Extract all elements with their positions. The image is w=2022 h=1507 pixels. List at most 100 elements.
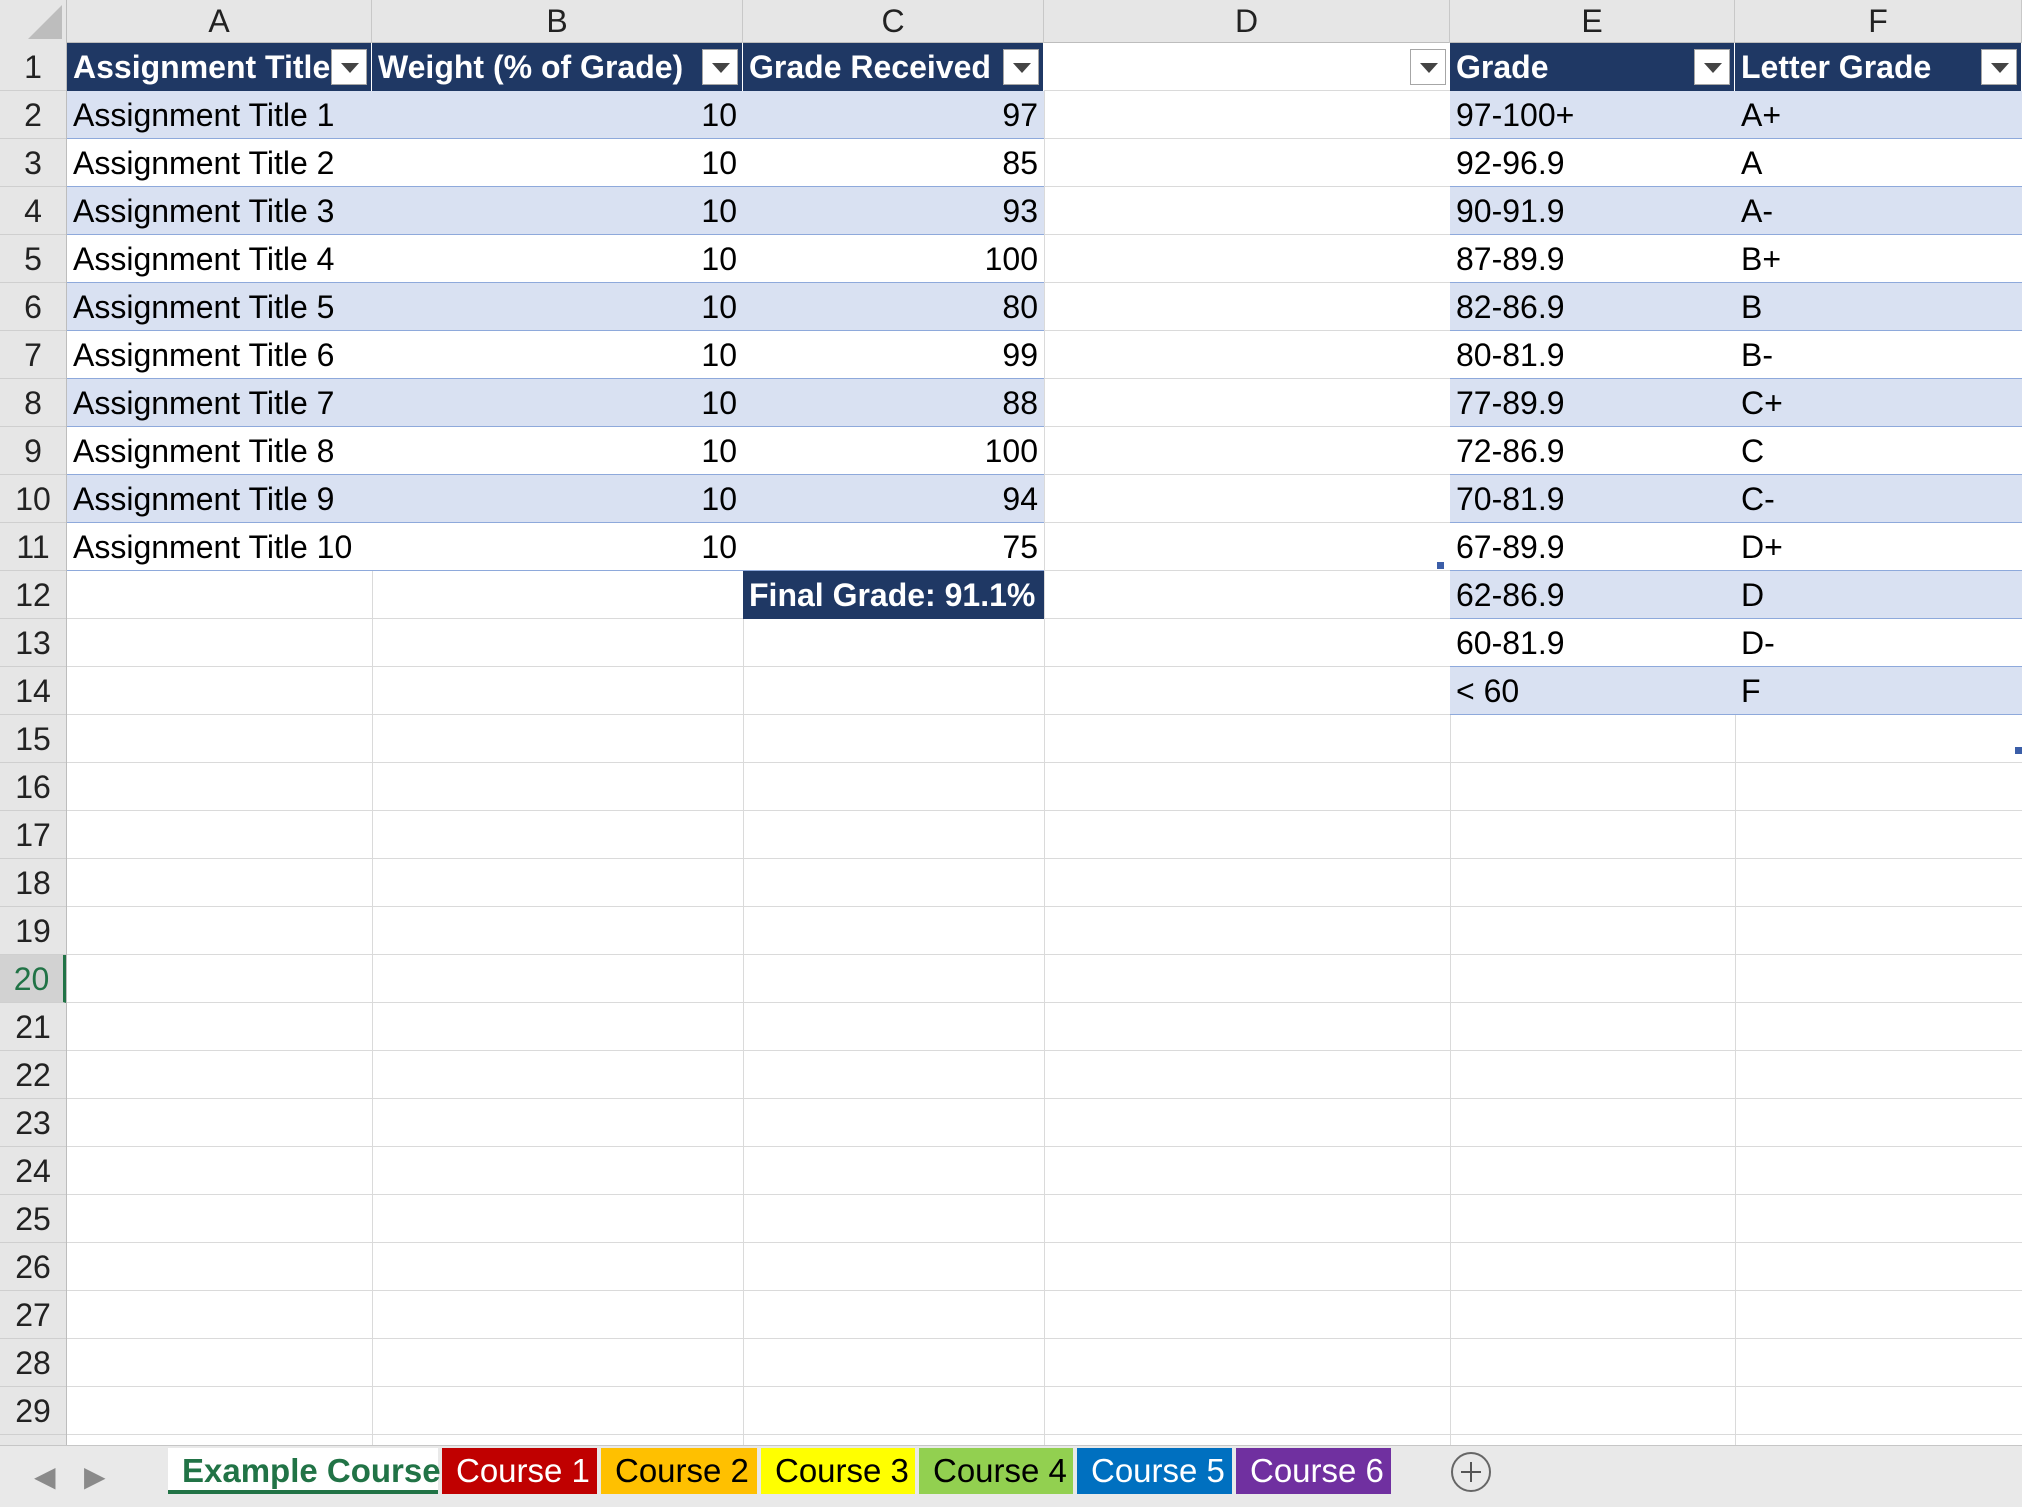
letter-grade-cell[interactable]: B+ xyxy=(1735,235,2022,283)
sheet-tab-6[interactable]: Course 6 xyxy=(1236,1448,1391,1494)
weight-cell[interactable]: 10 xyxy=(372,379,743,427)
grade-range-cell[interactable]: 77-89.9 xyxy=(1450,379,1735,427)
grade-received-cell[interactable]: 75 xyxy=(743,523,1044,571)
row-header-5[interactable]: 5 xyxy=(0,235,66,283)
grade-received-cell[interactable]: 99 xyxy=(743,331,1044,379)
grade-received-cell[interactable]: 88 xyxy=(743,379,1044,427)
letter-grade-cell[interactable]: B xyxy=(1735,283,2022,331)
assignment-title-cell[interactable]: Assignment Title 7 xyxy=(67,379,372,427)
row-header-28[interactable]: 28 xyxy=(0,1339,66,1387)
row-header-12[interactable]: 12 xyxy=(0,571,66,619)
row-header-23[interactable]: 23 xyxy=(0,1099,66,1147)
filter-dropdown-icon[interactable] xyxy=(1410,49,1446,85)
assignment-title-cell[interactable]: Assignment Title 9 xyxy=(67,475,372,523)
grade-range-cell[interactable]: 80-81.9 xyxy=(1450,331,1735,379)
sheet-tab-4[interactable]: Course 4 xyxy=(919,1448,1073,1494)
column-header-f[interactable]: F xyxy=(1735,0,2022,43)
assignment-title-cell[interactable]: Assignment Title 5 xyxy=(67,283,372,331)
row-header-27[interactable]: 27 xyxy=(0,1291,66,1339)
filter-dropdown-icon[interactable] xyxy=(1003,49,1039,85)
sheet-tab-3[interactable]: Course 3 xyxy=(761,1448,915,1494)
sheet-tab-0[interactable]: Example Course xyxy=(168,1448,441,1494)
row-header-15[interactable]: 15 xyxy=(0,715,66,763)
filter-dropdown-icon[interactable] xyxy=(1694,49,1730,85)
row-header-2[interactable]: 2 xyxy=(0,91,66,139)
row-header-19[interactable]: 19 xyxy=(0,907,66,955)
assignment-title-cell[interactable]: Assignment Title 3 xyxy=(67,187,372,235)
assignment-title-cell[interactable]: Assignment Title 4 xyxy=(67,235,372,283)
letter-grade-cell[interactable]: C xyxy=(1735,427,2022,475)
row-header-10[interactable]: 10 xyxy=(0,475,66,523)
table-resize-handle-icon[interactable] xyxy=(2015,747,2022,754)
weight-cell[interactable]: 10 xyxy=(372,235,743,283)
row-header-6[interactable]: 6 xyxy=(0,283,66,331)
sheet-tab-5[interactable]: Course 5 xyxy=(1077,1448,1232,1494)
row-header-4[interactable]: 4 xyxy=(0,187,66,235)
weight-cell[interactable]: 10 xyxy=(372,187,743,235)
row-header-14[interactable]: 14 xyxy=(0,667,66,715)
column-header-a[interactable]: A xyxy=(67,0,372,43)
letter-grade-cell[interactable]: B- xyxy=(1735,331,2022,379)
grade-range-cell[interactable]: 90-91.9 xyxy=(1450,187,1735,235)
row-header-7[interactable]: 7 xyxy=(0,331,66,379)
row-header-24[interactable]: 24 xyxy=(0,1147,66,1195)
grade-range-cell[interactable]: 67-89.9 xyxy=(1450,523,1735,571)
row-header-16[interactable]: 16 xyxy=(0,763,66,811)
letter-grade-cell[interactable]: C+ xyxy=(1735,379,2022,427)
grade-range-cell[interactable]: 82-86.9 xyxy=(1450,283,1735,331)
grade-received-cell[interactable]: 93 xyxy=(743,187,1044,235)
row-header-8[interactable]: 8 xyxy=(0,379,66,427)
row-header-26[interactable]: 26 xyxy=(0,1243,66,1291)
letter-grade-cell[interactable]: D+ xyxy=(1735,523,2022,571)
weight-cell[interactable]: 10 xyxy=(372,331,743,379)
grade-received-cell[interactable]: 100 xyxy=(743,427,1044,475)
letter-grade-cell[interactable]: F xyxy=(1735,667,2022,715)
weight-cell[interactable]: 10 xyxy=(372,427,743,475)
grade-range-cell[interactable]: 87-89.9 xyxy=(1450,235,1735,283)
letter-grade-cell[interactable]: D- xyxy=(1735,619,2022,667)
letter-grade-cell[interactable]: A xyxy=(1735,139,2022,187)
grade-received-cell[interactable]: 85 xyxy=(743,139,1044,187)
chevron-left-icon[interactable]: ◀ xyxy=(34,1460,56,1493)
letter-grade-cell[interactable]: D xyxy=(1735,571,2022,619)
assignment-title-cell[interactable]: Assignment Title 6 xyxy=(67,331,372,379)
assignment-title-cell[interactable]: Assignment Title 10 xyxy=(67,523,372,571)
row-header-13[interactable]: 13 xyxy=(0,619,66,667)
grade-range-cell[interactable]: 62-86.9 xyxy=(1450,571,1735,619)
row-header-21[interactable]: 21 xyxy=(0,1003,66,1051)
row-header-9[interactable]: 9 xyxy=(0,427,66,475)
row-header-18[interactable]: 18 xyxy=(0,859,66,907)
row-header-20[interactable]: 20 xyxy=(0,955,66,1003)
chevron-right-icon[interactable]: ▶ xyxy=(84,1460,106,1493)
weight-cell[interactable]: 10 xyxy=(372,139,743,187)
grade-range-cell[interactable]: < 60 xyxy=(1450,667,1735,715)
grade-received-cell[interactable]: 94 xyxy=(743,475,1044,523)
row-header-22[interactable]: 22 xyxy=(0,1051,66,1099)
grade-received-cell[interactable]: 80 xyxy=(743,283,1044,331)
grade-range-cell[interactable]: 72-86.9 xyxy=(1450,427,1735,475)
weight-cell[interactable]: 10 xyxy=(372,523,743,571)
select-all-corner[interactable] xyxy=(0,0,67,43)
row-header-29[interactable]: 29 xyxy=(0,1387,66,1435)
filter-dropdown-icon[interactable] xyxy=(331,49,367,85)
plus-circle-icon[interactable] xyxy=(1451,1452,1491,1492)
column-header-e[interactable]: E xyxy=(1450,0,1735,43)
letter-grade-cell[interactable]: A+ xyxy=(1735,91,2022,139)
letter-grade-cell[interactable]: A- xyxy=(1735,187,2022,235)
filter-dropdown-icon[interactable] xyxy=(702,49,738,85)
grade-range-cell[interactable]: 92-96.9 xyxy=(1450,139,1735,187)
sheet-tab-2[interactable]: Course 2 xyxy=(601,1448,757,1494)
grade-received-cell[interactable]: 100 xyxy=(743,235,1044,283)
sheet-tab-1[interactable]: Course 1 xyxy=(442,1448,597,1494)
grade-range-cell[interactable]: 97-100+ xyxy=(1450,91,1735,139)
weight-cell[interactable]: 10 xyxy=(372,475,743,523)
row-header-25[interactable]: 25 xyxy=(0,1195,66,1243)
row-header-3[interactable]: 3 xyxy=(0,139,66,187)
row-header-1[interactable]: 1 xyxy=(0,43,66,91)
column-header-d[interactable]: D xyxy=(1044,0,1450,43)
weight-cell[interactable]: 10 xyxy=(372,91,743,139)
final-grade-cell[interactable]: Final Grade: 91.1% xyxy=(743,571,1044,619)
grade-received-cell[interactable]: 97 xyxy=(743,91,1044,139)
column-header-c[interactable]: C xyxy=(743,0,1044,43)
filter-dropdown-icon[interactable] xyxy=(1981,49,2017,85)
